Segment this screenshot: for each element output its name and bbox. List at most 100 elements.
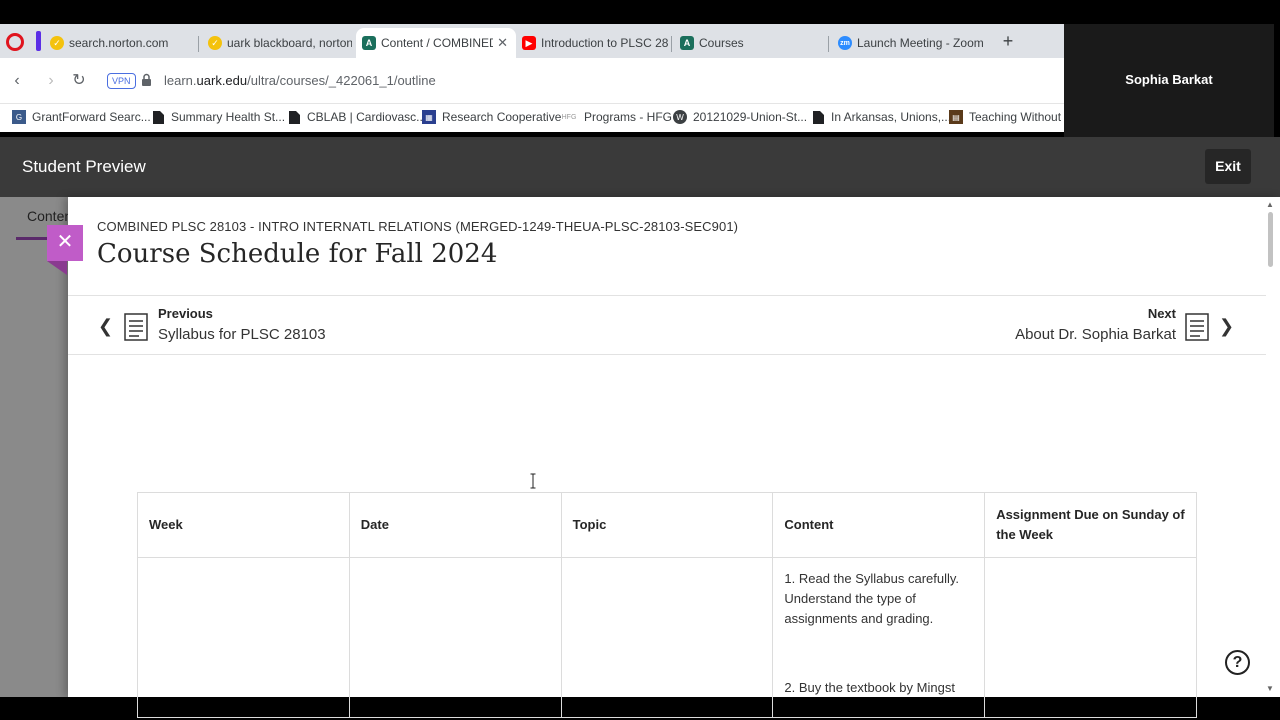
tab-courses[interactable]: A Courses	[674, 28, 824, 58]
previous-link[interactable]: Syllabus for PLSC 28103	[158, 326, 326, 343]
tab-zoom-meeting[interactable]: zm Launch Meeting - Zoom	[832, 28, 992, 58]
cell-content: 1. Read the Syllabus carefully. Understa…	[772, 557, 986, 718]
bookmark-label: GrantForward Searc...	[32, 110, 151, 124]
new-tab-plus-icon[interactable]: +	[999, 32, 1017, 50]
previous-label[interactable]: Previous	[158, 306, 213, 321]
document-navigation: ❮ Previous Syllabus for PLSC 28103 Next …	[68, 295, 1266, 355]
bookmark-summary-health[interactable]: Summary Health St...	[151, 110, 285, 124]
exit-preview-button[interactable]: Exit	[1205, 149, 1251, 184]
close-tab-fold	[47, 261, 67, 275]
cell-topic	[560, 557, 774, 718]
bookmark-in-arkansas[interactable]: In Arkansas, Unions,...	[811, 110, 951, 124]
student-preview-banner: Student Preview Exit	[0, 137, 1280, 197]
tab-label: search.norton.com	[69, 36, 169, 50]
bookmark-label: Programs - HFG	[584, 110, 673, 124]
tab-content-combined[interactable]: A Content / COMBINED ✕	[356, 28, 516, 58]
address-bar: ‹ › ↻ VPN learn.uark.edu/ultra/courses/_…	[0, 58, 1064, 104]
sidebar-accent	[36, 31, 41, 51]
bookmark-grantforward[interactable]: G GrantForward Searc...	[12, 110, 151, 124]
close-tab-icon[interactable]: ✕	[497, 35, 508, 51]
grantforward-icon: G	[12, 110, 26, 124]
next-link[interactable]: About Dr. Sophia Barkat	[1015, 326, 1176, 343]
table-header-row: Week Date Topic Content Assignment Due o…	[137, 492, 1197, 558]
help-question-icon[interactable]: ?	[1225, 650, 1250, 675]
youtube-icon: ▶	[522, 36, 536, 50]
header-topic: Topic	[560, 492, 774, 558]
norton-icon: ✓	[50, 36, 64, 50]
bookmarks-bar: G GrantForward Searc... Summary Health S…	[0, 104, 1081, 132]
tab-intro-plsc[interactable]: ▶ Introduction to PLSC 2810	[516, 28, 668, 58]
tab-label: Launch Meeting - Zoom	[857, 36, 984, 50]
hfg-icon: HFG	[561, 113, 577, 121]
document-icon	[151, 110, 165, 124]
forward-arrow-icon[interactable]: ›	[42, 72, 60, 90]
bookmark-programs-hfg[interactable]: HFG Programs - HFG	[560, 110, 672, 124]
url-prefix: learn.	[164, 73, 197, 88]
close-panel-button[interactable]: ✕	[47, 225, 83, 261]
reload-icon[interactable]: ↻	[70, 72, 88, 90]
bookmark-teaching-without[interactable]: ▤ Teaching Without a...	[949, 110, 1081, 124]
wordpress-icon: W	[673, 110, 687, 124]
previous-chevron-icon[interactable]: ❮	[98, 316, 113, 337]
scroll-up-arrow-icon[interactable]: ▲	[1266, 200, 1274, 209]
opera-logo-icon[interactable]	[6, 33, 24, 51]
norton-icon: ✓	[208, 36, 222, 50]
screen: ✓ search.norton.com ✓ uark blackboard, n…	[0, 0, 1280, 720]
bookmark-label: Summary Health St...	[171, 110, 286, 124]
underlying-content-tab[interactable]: Conten	[27, 208, 72, 224]
tab-label: uark blackboard, nortonsa	[227, 36, 352, 50]
cell-assignment	[984, 557, 1197, 718]
header-content: Content	[772, 492, 986, 558]
tab-separator	[671, 36, 672, 52]
course-schedule-table: Week Date Topic Content Assignment Due o…	[137, 492, 1197, 718]
book-icon: ▤	[949, 110, 963, 124]
course-code: COMBINED PLSC 28103 - INTRO INTERNATL RE…	[97, 219, 739, 234]
content-item-2: 2. Buy the textbook by Mingst	[784, 680, 955, 695]
next-label[interactable]: Next	[1148, 306, 1176, 321]
url-field[interactable]: learn.uark.edu/ultra/courses/_422061_1/o…	[164, 73, 436, 88]
browser-tab-strip: ✓ search.norton.com ✓ uark blackboard, n…	[0, 24, 1064, 58]
document-icon	[811, 110, 825, 124]
page-title: Course Schedule for Fall 2024	[97, 239, 498, 269]
content-item-1: 1. Read the Syllabus carefully. Understa…	[784, 571, 960, 626]
scroll-down-arrow-icon[interactable]: ▼	[1266, 684, 1274, 693]
tab-separator	[198, 36, 199, 52]
bookmark-cblab[interactable]: CBLAB | Cardiovasc...	[287, 110, 426, 124]
table-row: 1. Read the Syllabus carefully. Understa…	[137, 557, 1197, 718]
text-cursor-icon	[530, 473, 536, 489]
vpn-badge[interactable]: VPN	[107, 73, 136, 89]
blackboard-icon: A	[680, 36, 694, 50]
header-assignment: Assignment Due on Sunday of the Week	[984, 492, 1197, 558]
next-chevron-icon[interactable]: ❯	[1219, 316, 1234, 337]
tab-label: Courses	[699, 36, 744, 50]
zoom-icon: zm	[838, 36, 852, 50]
tab-uark-blackboard[interactable]: ✓ uark blackboard, nortonsa	[202, 28, 352, 58]
panel-scrollbar[interactable]: ▲ ▼	[1266, 200, 1276, 697]
scroll-thumb[interactable]	[1268, 212, 1273, 267]
lock-icon[interactable]	[141, 73, 152, 87]
tab-separator	[828, 36, 829, 52]
document-icon	[287, 110, 301, 124]
url-path: /ultra/courses/_422061_1/outline	[247, 73, 436, 88]
tab-search-norton[interactable]: ✓ search.norton.com	[44, 28, 194, 58]
participant-name: Sophia Barkat	[1125, 72, 1213, 87]
content-spacer	[784, 629, 973, 678]
tab-label: Introduction to PLSC 2810	[541, 36, 668, 50]
cell-week	[137, 557, 350, 718]
url-domain: uark.edu	[196, 73, 248, 88]
document-icon	[124, 313, 148, 341]
bookmark-label: In Arkansas, Unions,...	[831, 110, 952, 124]
cell-date	[348, 557, 562, 718]
preview-title: Student Preview	[22, 157, 146, 176]
bookmark-label: 20121029-Union-St...	[693, 110, 808, 124]
research-icon: ▦	[422, 110, 436, 124]
bookmark-research-cooperative[interactable]: ▦ Research Cooperative	[422, 110, 561, 124]
bookmark-label: Research Cooperative	[442, 110, 562, 124]
bookmark-union-st[interactable]: W 20121029-Union-St...	[673, 110, 807, 124]
blackboard-icon: A	[362, 36, 376, 50]
back-arrow-icon[interactable]: ‹	[8, 72, 26, 90]
document-panel: COMBINED PLSC 28103 - INTRO INTERNATL RE…	[68, 197, 1280, 718]
tab-label: Content / COMBINED	[381, 36, 493, 50]
document-icon	[1185, 313, 1209, 341]
header-week: Week	[137, 492, 350, 558]
